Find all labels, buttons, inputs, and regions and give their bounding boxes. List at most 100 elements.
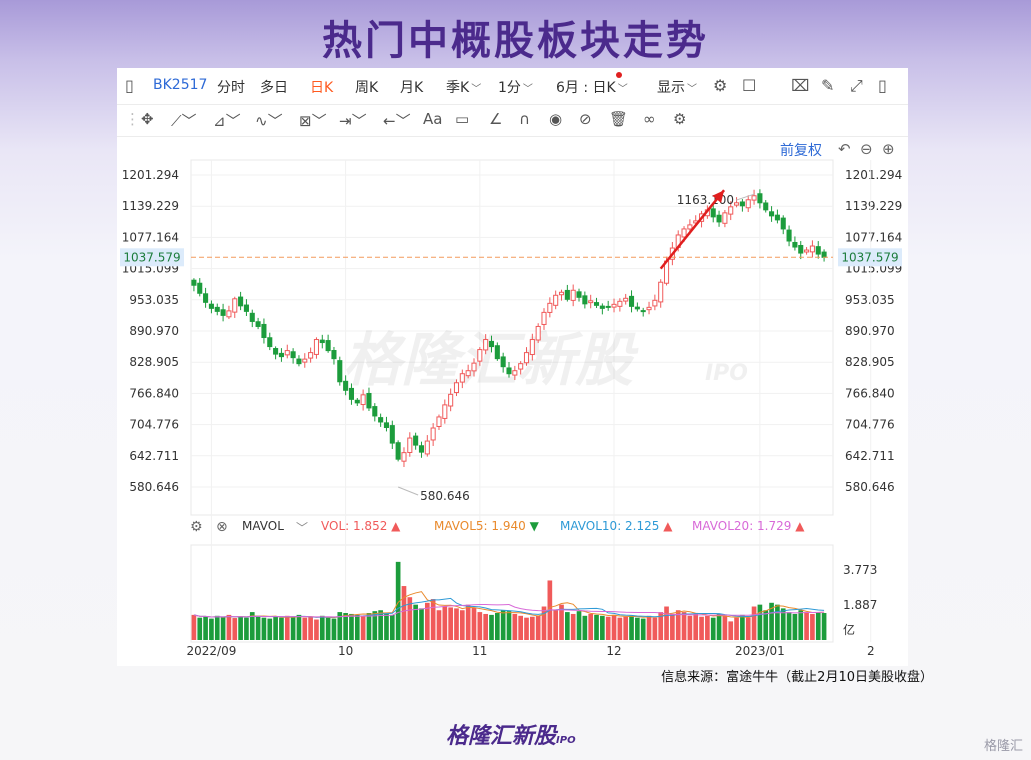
gear-icon[interactable]: ⚙ (190, 519, 203, 535)
volume-bar (244, 617, 249, 640)
candle-body (518, 363, 524, 370)
volume-bar (454, 608, 459, 640)
candle-body (593, 302, 600, 306)
candle (430, 423, 436, 446)
candle (220, 303, 226, 322)
candle-body (383, 422, 390, 429)
volume-bar (319, 615, 325, 640)
candle-body (343, 380, 349, 391)
candle (821, 249, 827, 262)
y-tick-label-left: 1077.164 (122, 230, 179, 244)
volume-bar (360, 615, 366, 640)
candle-body (203, 293, 209, 303)
high-label: 1163.100 (677, 193, 734, 207)
candle-body (331, 350, 337, 360)
candle (197, 278, 203, 297)
volume-bar (214, 615, 220, 640)
candle (535, 323, 541, 344)
candle (319, 334, 325, 349)
volume-bar (640, 618, 646, 640)
volume-bar (209, 618, 214, 640)
candle-body (763, 202, 769, 211)
volume-tick-label: 3.773 (843, 563, 877, 577)
x-tick-label: 12 (606, 644, 621, 658)
candle (255, 317, 261, 330)
y-tick-label-left: 890.970 (129, 324, 179, 338)
candle-body (448, 393, 454, 407)
candle (751, 189, 757, 205)
candle-body (430, 427, 436, 441)
volume-bar (401, 586, 407, 640)
volume-bar (384, 613, 389, 640)
y-tick-label-right: 828.905 (845, 355, 895, 369)
candle (243, 299, 249, 316)
watermark-sub: IPO (705, 361, 748, 386)
candle (313, 337, 319, 359)
volume-bar (518, 615, 524, 640)
volume-bar (716, 613, 722, 640)
volume-bar (284, 615, 290, 640)
candle-body (197, 282, 203, 294)
candle-body (488, 340, 495, 348)
y-tick-label-left: 1201.294 (122, 168, 179, 182)
volume-bar (594, 614, 599, 640)
volume-bar (687, 615, 693, 640)
candle-body (716, 214, 722, 223)
volume-bar (220, 617, 226, 640)
candle (395, 440, 401, 462)
candle (739, 199, 745, 212)
volume-bar (751, 606, 757, 640)
candle-body (483, 339, 489, 351)
candle-body (780, 217, 786, 230)
candle (605, 300, 611, 311)
candle-body (628, 295, 635, 307)
candle-body (640, 310, 646, 313)
y-tick-label-right: 1201.294 (845, 168, 902, 182)
volume-bar (238, 616, 243, 640)
y-tick-label-right: 1139.229 (845, 199, 902, 213)
volume-bar (197, 617, 203, 640)
candle (786, 225, 792, 247)
candle-body (278, 352, 284, 358)
candle-body (582, 295, 588, 305)
volume-bar (635, 617, 640, 640)
low-label: 580.646 (420, 489, 470, 503)
volume-bar (629, 615, 634, 640)
candle (582, 291, 588, 309)
candle-body (296, 358, 302, 365)
volume-bar (314, 619, 319, 640)
candle-body (249, 312, 255, 322)
candle-body (267, 337, 273, 348)
candle (302, 353, 308, 368)
candle-body (757, 193, 763, 204)
x-tick-label: 10 (338, 644, 353, 658)
candle (337, 356, 343, 386)
candle (413, 432, 419, 450)
candle-body (261, 323, 267, 339)
candle (547, 297, 553, 318)
volume-bar (734, 617, 739, 640)
candle (809, 240, 815, 258)
volume-bar (815, 612, 821, 640)
candle-body (652, 299, 658, 307)
candle-body (751, 195, 757, 201)
candle-body (465, 370, 471, 377)
current-price-label-right: 1037.579 (841, 250, 898, 264)
candlestick-chart: 1201.294 1201.294 1139.229 1139.229 1077.164… (120, 159, 902, 658)
candle-body (372, 406, 378, 417)
candle-body (337, 360, 343, 383)
candle (599, 303, 605, 315)
candle-body (611, 303, 617, 308)
volume-bar (623, 616, 629, 640)
candle-body (243, 304, 249, 312)
candle (646, 301, 652, 315)
candle-body (599, 305, 605, 309)
high-leader (735, 193, 755, 201)
close-icon[interactable]: ⊗ (216, 519, 228, 535)
candle-body (424, 440, 430, 455)
volume-bar (757, 604, 763, 640)
chevron-down-icon[interactable]: ﹀ (296, 519, 308, 536)
candle-body (389, 425, 395, 444)
volume-bar (582, 615, 588, 640)
candle (424, 435, 430, 457)
